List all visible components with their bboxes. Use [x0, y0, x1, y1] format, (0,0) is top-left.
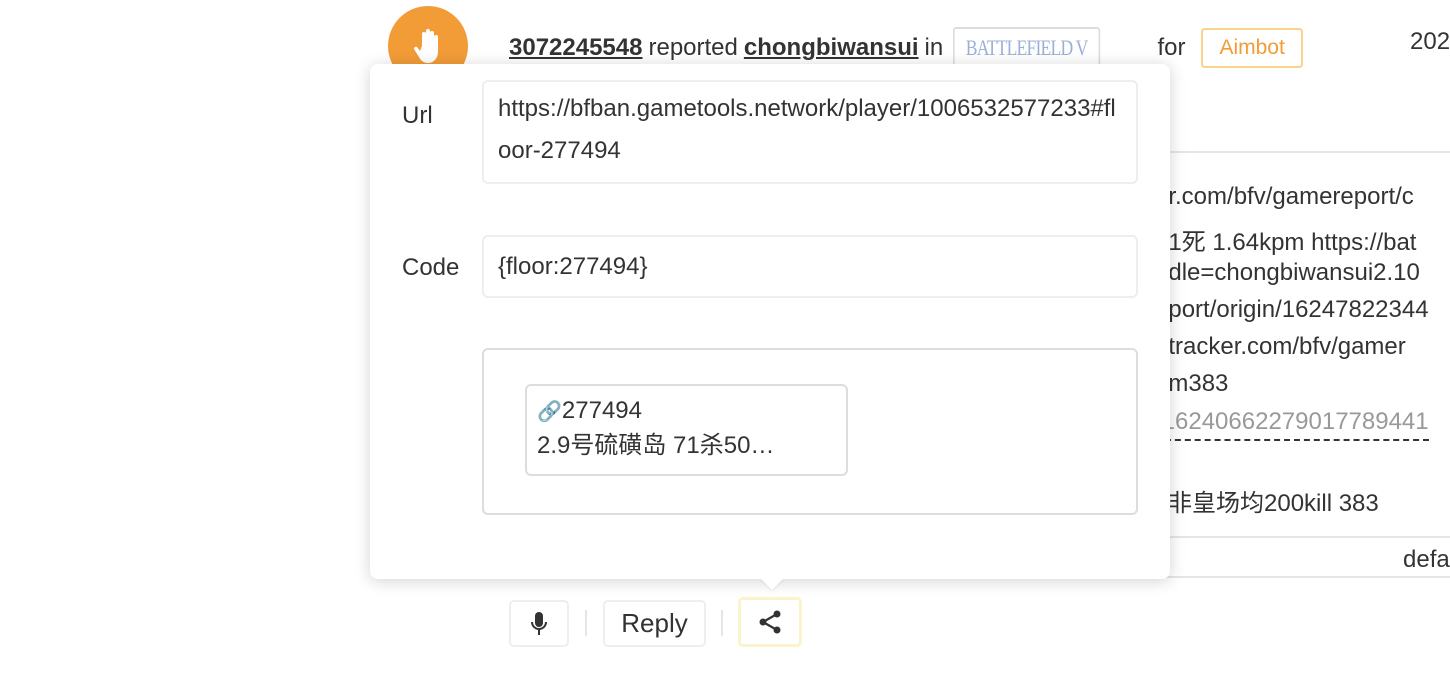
link-icon: 🔗 — [537, 401, 562, 423]
divider — [1140, 151, 1450, 153]
popover-arrow — [760, 578, 784, 590]
voice-button[interactable] — [509, 600, 569, 647]
url-textarea[interactable]: https://bfban.gametools.network/player/1… — [482, 80, 1138, 184]
reply-button[interactable]: Reply — [603, 600, 706, 647]
code-input[interactable]: {floor:277494} — [482, 235, 1138, 298]
reporter-link[interactable]: 3072245548 — [509, 34, 642, 62]
microphone-icon — [531, 611, 547, 635]
share-icon — [759, 610, 781, 634]
hand-icon — [413, 29, 438, 63]
share-button[interactable] — [738, 597, 802, 647]
category-tag: Aimbot — [1201, 28, 1303, 68]
link[interactable]: /16240662279017789441 — [1155, 408, 1429, 441]
share-popover: Url https://bfban.gametools.network/play… — [370, 64, 1170, 579]
floor-preview-card[interactable]: 🔗277494 2.9号硫磺岛 71杀50… — [525, 384, 848, 476]
report-date: 202 — [1410, 28, 1450, 55]
game-badge: BATTLEFIELD V — [953, 27, 1101, 69]
divider — [1140, 576, 1450, 578]
divider — [1140, 536, 1450, 538]
separator — [585, 610, 587, 636]
target-link[interactable]: chongbiwansui — [744, 34, 919, 62]
separator — [721, 610, 723, 636]
